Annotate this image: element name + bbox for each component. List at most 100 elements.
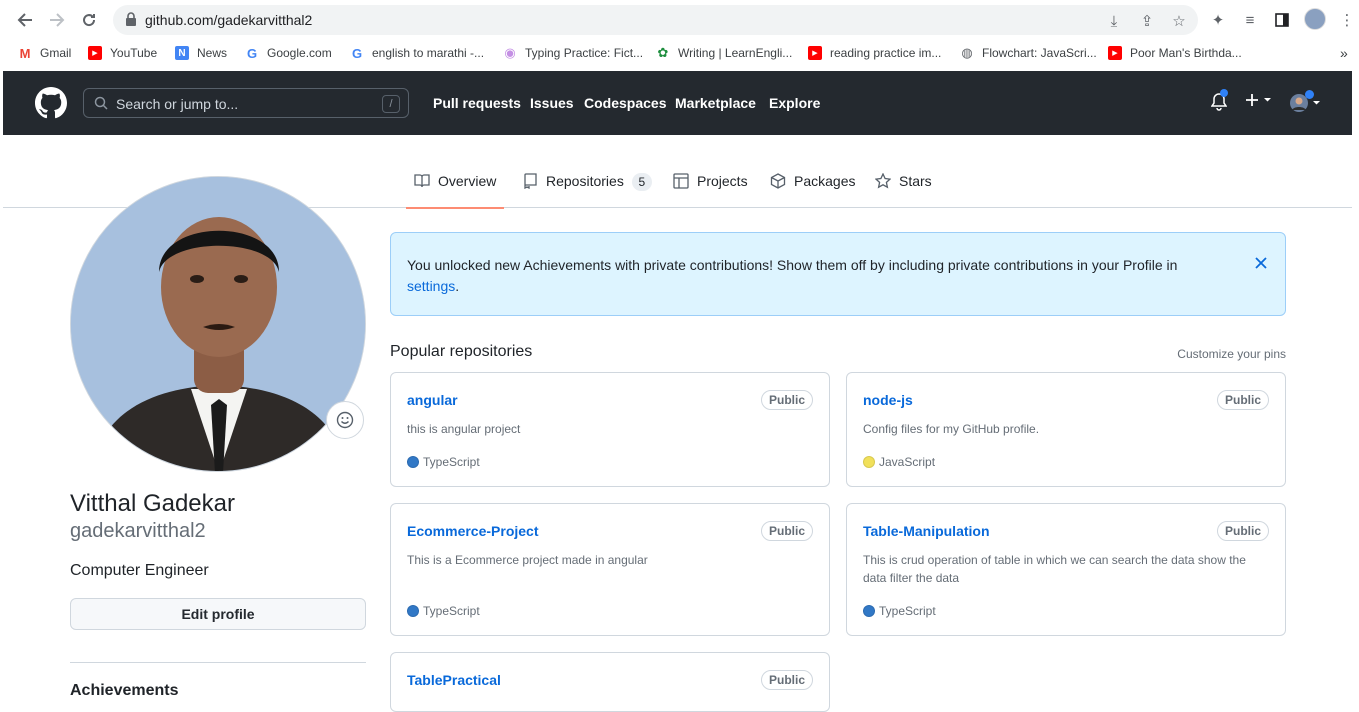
- side-panel-icon[interactable]: [1272, 10, 1292, 30]
- lock-icon: [125, 12, 139, 28]
- media-control-icon[interactable]: ≡: [1240, 10, 1260, 30]
- nav-marketplace[interactable]: Marketplace: [675, 95, 756, 111]
- language-color-dot: [407, 605, 419, 617]
- bookmarks-overflow-button[interactable]: »: [1340, 44, 1348, 62]
- popular-repositories-heading: Popular repositories: [390, 343, 533, 360]
- repo-card: angular Public this is angular project T…: [390, 372, 830, 487]
- browser-toolbar: github.com/gadekarvitthal2 ⤓ ⇪ ☆ ✦ ≡ ⋮: [0, 0, 1359, 40]
- tab-repositories[interactable]: Repositories 5: [522, 173, 652, 209]
- close-icon[interactable]: [1255, 253, 1267, 274]
- github-logo-icon[interactable]: [35, 87, 67, 119]
- profile-bio: Computer Engineer: [70, 562, 209, 579]
- flash-text: You unlocked new Achievements with priva…: [407, 257, 1178, 273]
- bookmark-item[interactable]: ◉ Typing Practice: Fict...: [503, 44, 643, 62]
- google-icon: G: [246, 45, 258, 61]
- tab-overview[interactable]: Overview: [406, 173, 505, 209]
- repo-card: Ecommerce-Project Public This is a Ecomm…: [390, 503, 830, 636]
- bookmark-item[interactable]: ✿ Writing | LearnEngli...: [656, 44, 793, 62]
- star-icon: [875, 173, 891, 189]
- gmail-icon: M: [19, 45, 31, 61]
- visibility-badge: Public: [760, 670, 813, 690]
- user-avatar-menu[interactable]: [1289, 90, 1321, 113]
- profile-avatar[interactable]: [70, 176, 366, 472]
- status-dot: [1305, 90, 1314, 99]
- bookmark-item[interactable]: N News: [175, 44, 227, 62]
- repo-name-link[interactable]: angular: [407, 392, 458, 408]
- install-icon[interactable]: ⤓: [1105, 12, 1123, 30]
- profile-username: gadekarvitthal2: [70, 520, 206, 542]
- address-bar[interactable]: github.com/gadekarvitthal2 ⤓ ⇪ ☆: [113, 5, 1198, 35]
- forward-arrow-icon[interactable]: [45, 8, 69, 32]
- news-icon: N: [175, 46, 189, 60]
- bookmark-item[interactable]: ▶ YouTube: [88, 44, 157, 62]
- flash-message: You unlocked new Achievements with priva…: [407, 255, 1227, 297]
- profile-fullname: Vitthal Gadekar: [70, 490, 235, 517]
- bookmark-label: News: [197, 46, 228, 60]
- search-icon: [94, 96, 108, 110]
- repo-description: Config files for my GitHub profile.: [863, 422, 1040, 436]
- repo-name-link[interactable]: Ecommerce-Project: [407, 523, 539, 539]
- edit-profile-button[interactable]: Edit profile: [70, 598, 366, 630]
- repo-language: TypeScript: [863, 604, 936, 618]
- slash-shortcut-hint: /: [382, 95, 400, 113]
- language-label: TypeScript: [423, 455, 480, 469]
- language-color-dot: [407, 456, 419, 468]
- divider: [70, 662, 366, 663]
- set-status-smiley-icon[interactable]: [326, 401, 364, 439]
- bookmarks-bar: M Gmail ▶ YouTube N News G Google.com G …: [0, 40, 1359, 66]
- repo-card: Table-Manipulation Public This is crud o…: [846, 503, 1286, 636]
- bookmark-label: Writing | LearnEngli...: [678, 46, 793, 60]
- back-arrow-icon[interactable]: [13, 8, 37, 32]
- repo-icon: [522, 173, 538, 189]
- search-placeholder: Search or jump to...: [116, 96, 239, 112]
- nav-explore[interactable]: Explore: [769, 95, 820, 111]
- tab-label: Packages: [794, 173, 856, 189]
- tab-label: Projects: [697, 173, 748, 189]
- repo-name-link[interactable]: TablePractical: [407, 672, 501, 688]
- visibility-badge: Public: [760, 521, 813, 541]
- tab-projects[interactable]: Projects: [673, 173, 748, 209]
- typing-icon: ◉: [504, 45, 516, 60]
- bookmark-label: Poor Man's Birthda...: [1130, 46, 1242, 60]
- notification-dot: [1220, 89, 1228, 97]
- bookmark-star-icon[interactable]: ☆: [1170, 12, 1188, 30]
- visibility-badge: Public: [1216, 390, 1269, 410]
- nav-codespaces[interactable]: Codespaces: [584, 95, 666, 111]
- browser-profile-avatar[interactable]: [1304, 8, 1326, 30]
- bookmark-label: english to marathi -...: [372, 46, 485, 60]
- notifications-bell-icon[interactable]: [1211, 89, 1228, 111]
- bookmark-item[interactable]: G english to marathi -...: [350, 44, 484, 62]
- share-icon[interactable]: ⇪: [1138, 12, 1156, 30]
- tab-stars[interactable]: Stars: [875, 173, 932, 209]
- nav-issues[interactable]: Issues: [530, 95, 574, 111]
- settings-link[interactable]: settings: [407, 278, 455, 294]
- tab-packages[interactable]: Packages: [770, 173, 855, 209]
- bookmark-item[interactable]: ▶ reading practice im...: [808, 44, 941, 62]
- repo-name-link[interactable]: node-js: [863, 392, 913, 408]
- customize-pins-link[interactable]: Customize your pins: [1177, 347, 1286, 361]
- repo-name-link[interactable]: Table-Manipulation: [863, 523, 990, 539]
- create-new-plus-icon[interactable]: [1245, 93, 1273, 107]
- bookmark-label: Gmail: [40, 46, 72, 60]
- kebab-menu-icon[interactable]: ⋮: [1337, 10, 1357, 30]
- tab-label: Overview: [438, 173, 497, 189]
- reload-icon[interactable]: [77, 8, 101, 32]
- repo-description: this is angular project: [407, 422, 521, 436]
- repo-count-badge: 5: [631, 173, 652, 191]
- bookmark-item[interactable]: ▶ Poor Man's Birthda...: [1108, 44, 1242, 62]
- language-label: JavaScript: [879, 455, 936, 469]
- repo-description: This is crud operation of table in which…: [863, 553, 1246, 585]
- bookmark-item[interactable]: ◍ Flowchart: JavaScri...: [960, 44, 1096, 62]
- bookmark-item[interactable]: M Gmail: [18, 44, 72, 62]
- search-input[interactable]: Search or jump to... /: [83, 88, 409, 118]
- extensions-icon[interactable]: ✦: [1208, 10, 1228, 30]
- bookmark-label: YouTube: [110, 46, 158, 60]
- language-label: TypeScript: [423, 604, 480, 618]
- github-header: Search or jump to... / Pull requests Iss…: [3, 71, 1352, 135]
- repo-card: node-js Public Config files for my GitHu…: [846, 372, 1286, 487]
- tab-label: Repositories: [546, 173, 624, 189]
- nav-pull-requests[interactable]: Pull requests: [433, 95, 521, 111]
- language-color-dot: [863, 605, 875, 617]
- bookmark-item[interactable]: G Google.com: [245, 44, 332, 62]
- bookmark-label: reading practice im...: [830, 46, 942, 60]
